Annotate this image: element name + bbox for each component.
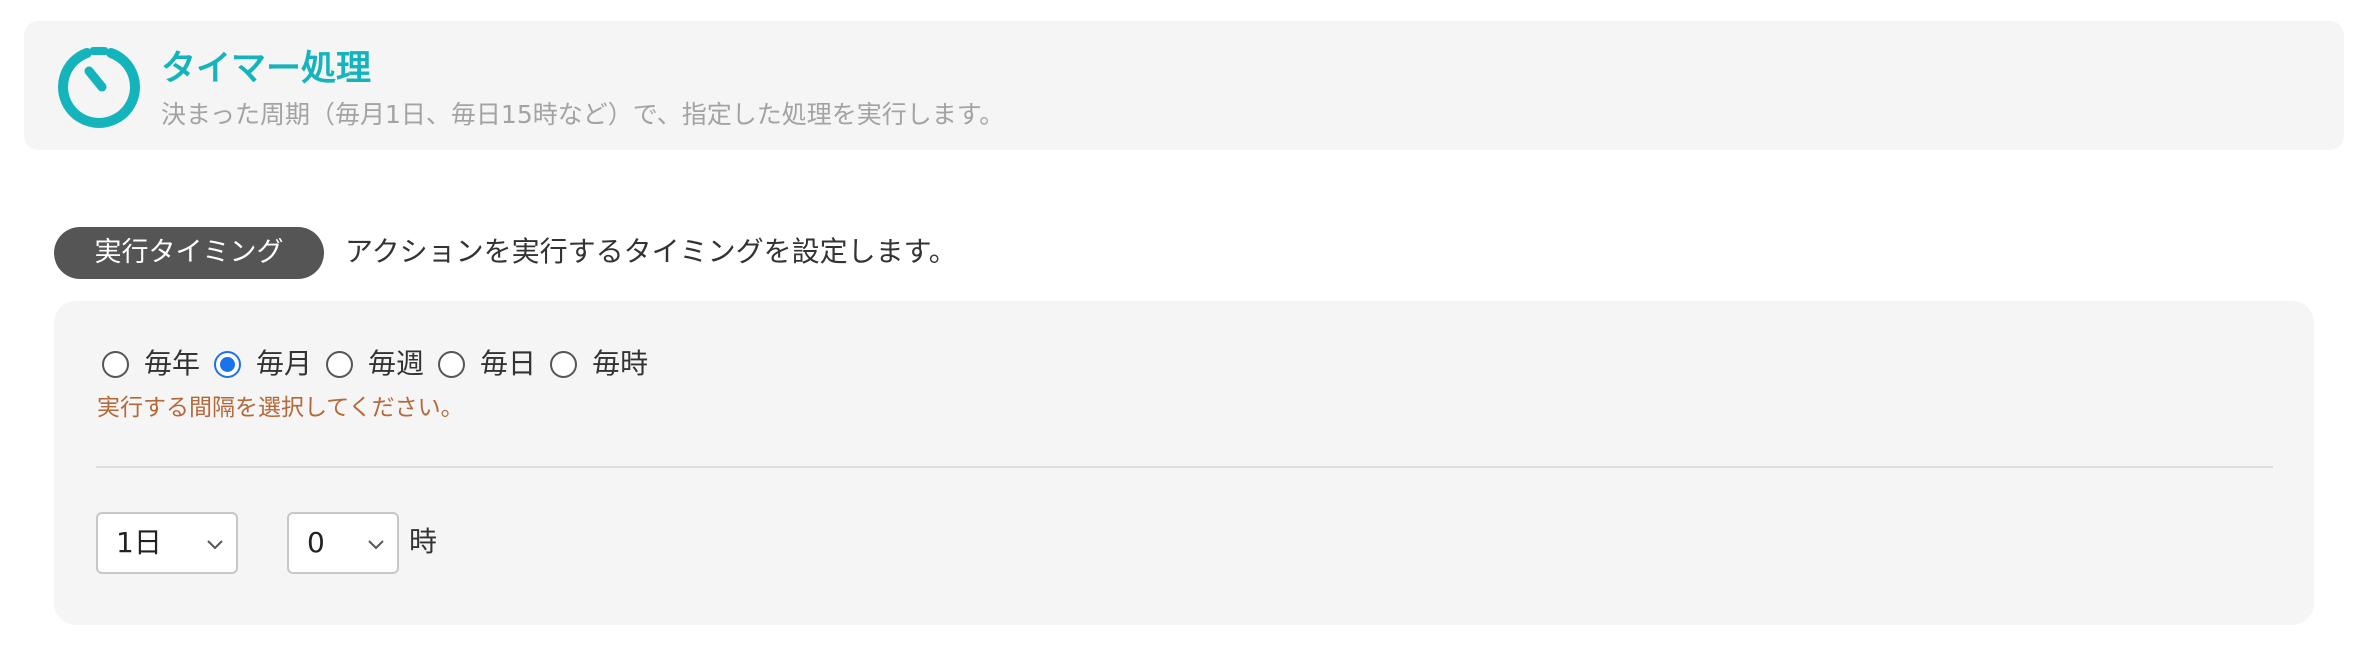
- day-select-value: 1日: [116, 526, 162, 559]
- timing-settings-panel: 毎年 毎月 毎週 毎日 毎時 実行する間隔を選択してください。 1日 0 時: [54, 301, 2314, 625]
- divider: [96, 466, 2273, 468]
- radio-label-yearly: 毎年: [144, 347, 201, 380]
- interval-helper-text: 実行する間隔を選択してください。: [97, 395, 464, 421]
- radio-label-monthly: 毎月: [256, 347, 313, 380]
- timer-icon: [58, 47, 140, 128]
- radio-option-weekly[interactable]: 毎週: [326, 342, 424, 382]
- page-description: 決まった周期（毎月1日、毎日15時など）で、指定した処理を実行します。: [161, 100, 1005, 129]
- radio-label-daily: 毎日: [480, 347, 537, 380]
- radio-button-weekly[interactable]: [326, 350, 354, 378]
- hour-unit-label: 時: [409, 525, 438, 558]
- interval-radio-group: 毎年 毎月 毎週 毎日 毎時: [102, 342, 662, 382]
- radio-button-daily[interactable]: [438, 350, 466, 378]
- day-select[interactable]: 1日: [96, 512, 238, 574]
- radio-label-hourly: 毎時: [592, 347, 649, 380]
- radio-option-monthly[interactable]: 毎月: [214, 342, 312, 382]
- chevron-down-icon: [207, 540, 223, 550]
- radio-button-yearly[interactable]: [102, 350, 129, 378]
- hour-select-value: 0: [307, 526, 325, 559]
- hour-select[interactable]: 0: [287, 512, 399, 574]
- chevron-down-icon: [368, 540, 384, 550]
- header-card: タイマー処理 決まった周期（毎月1日、毎日15時など）で、指定した処理を実行しま…: [24, 21, 2344, 150]
- radio-option-yearly[interactable]: 毎年: [102, 342, 200, 382]
- section-description: アクションを実行するタイミングを設定します。: [345, 235, 957, 268]
- radio-option-hourly[interactable]: 毎時: [550, 342, 648, 382]
- radio-button-hourly[interactable]: [550, 350, 578, 378]
- radio-label-weekly: 毎週: [368, 347, 425, 380]
- section-badge-execution-timing: 実行タイミング: [54, 227, 324, 279]
- page-title: タイマー処理: [161, 49, 372, 89]
- radio-option-daily[interactable]: 毎日: [438, 342, 536, 382]
- radio-button-monthly[interactable]: [214, 350, 242, 378]
